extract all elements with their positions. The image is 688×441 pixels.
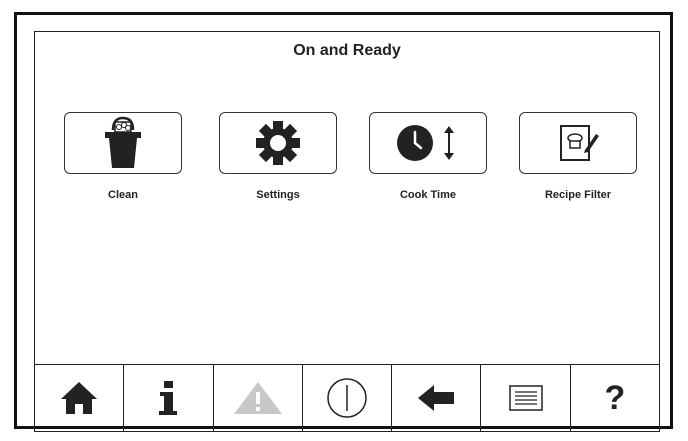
- home-icon: [61, 382, 98, 414]
- warning-icon: [233, 382, 282, 414]
- display-panel: On and Ready Clean Settings Cook Time Re…: [34, 31, 660, 432]
- menu-list-button[interactable]: [480, 365, 569, 431]
- back-arrow-icon: [418, 385, 455, 411]
- recipe-filter-label: Recipe Filter: [544, 189, 612, 201]
- power-button[interactable]: [301, 365, 391, 431]
- clock-adjust-icon: [397, 125, 454, 161]
- clean-label: Clean: [108, 189, 138, 201]
- gear-icon: [256, 121, 300, 165]
- cook-time-button[interactable]: [369, 112, 487, 174]
- settings-label: Settings: [256, 189, 300, 201]
- menu-list-icon: [508, 385, 543, 411]
- device-screen-frame: On and Ready Clean Settings Cook Time Re…: [14, 12, 673, 432]
- info-icon: [159, 381, 178, 415]
- bottom-nav-bar: ?: [35, 364, 659, 431]
- settings-button[interactable]: [219, 112, 337, 174]
- clean-button[interactable]: [64, 112, 182, 174]
- home-button[interactable]: [35, 365, 123, 431]
- help-button[interactable]: ?: [569, 365, 659, 431]
- warning-button[interactable]: [212, 365, 302, 431]
- cook-time-label: Cook Time: [399, 189, 457, 201]
- info-button[interactable]: [123, 365, 212, 431]
- clean-bucket-icon: [105, 116, 141, 168]
- page-title: On and Ready: [293, 42, 401, 59]
- help-icon: ?: [604, 378, 626, 417]
- recipe-filter-button[interactable]: [519, 112, 637, 174]
- back-button[interactable]: [391, 365, 480, 431]
- recipe-filter-icon: [560, 125, 599, 161]
- power-icon: [327, 378, 367, 418]
